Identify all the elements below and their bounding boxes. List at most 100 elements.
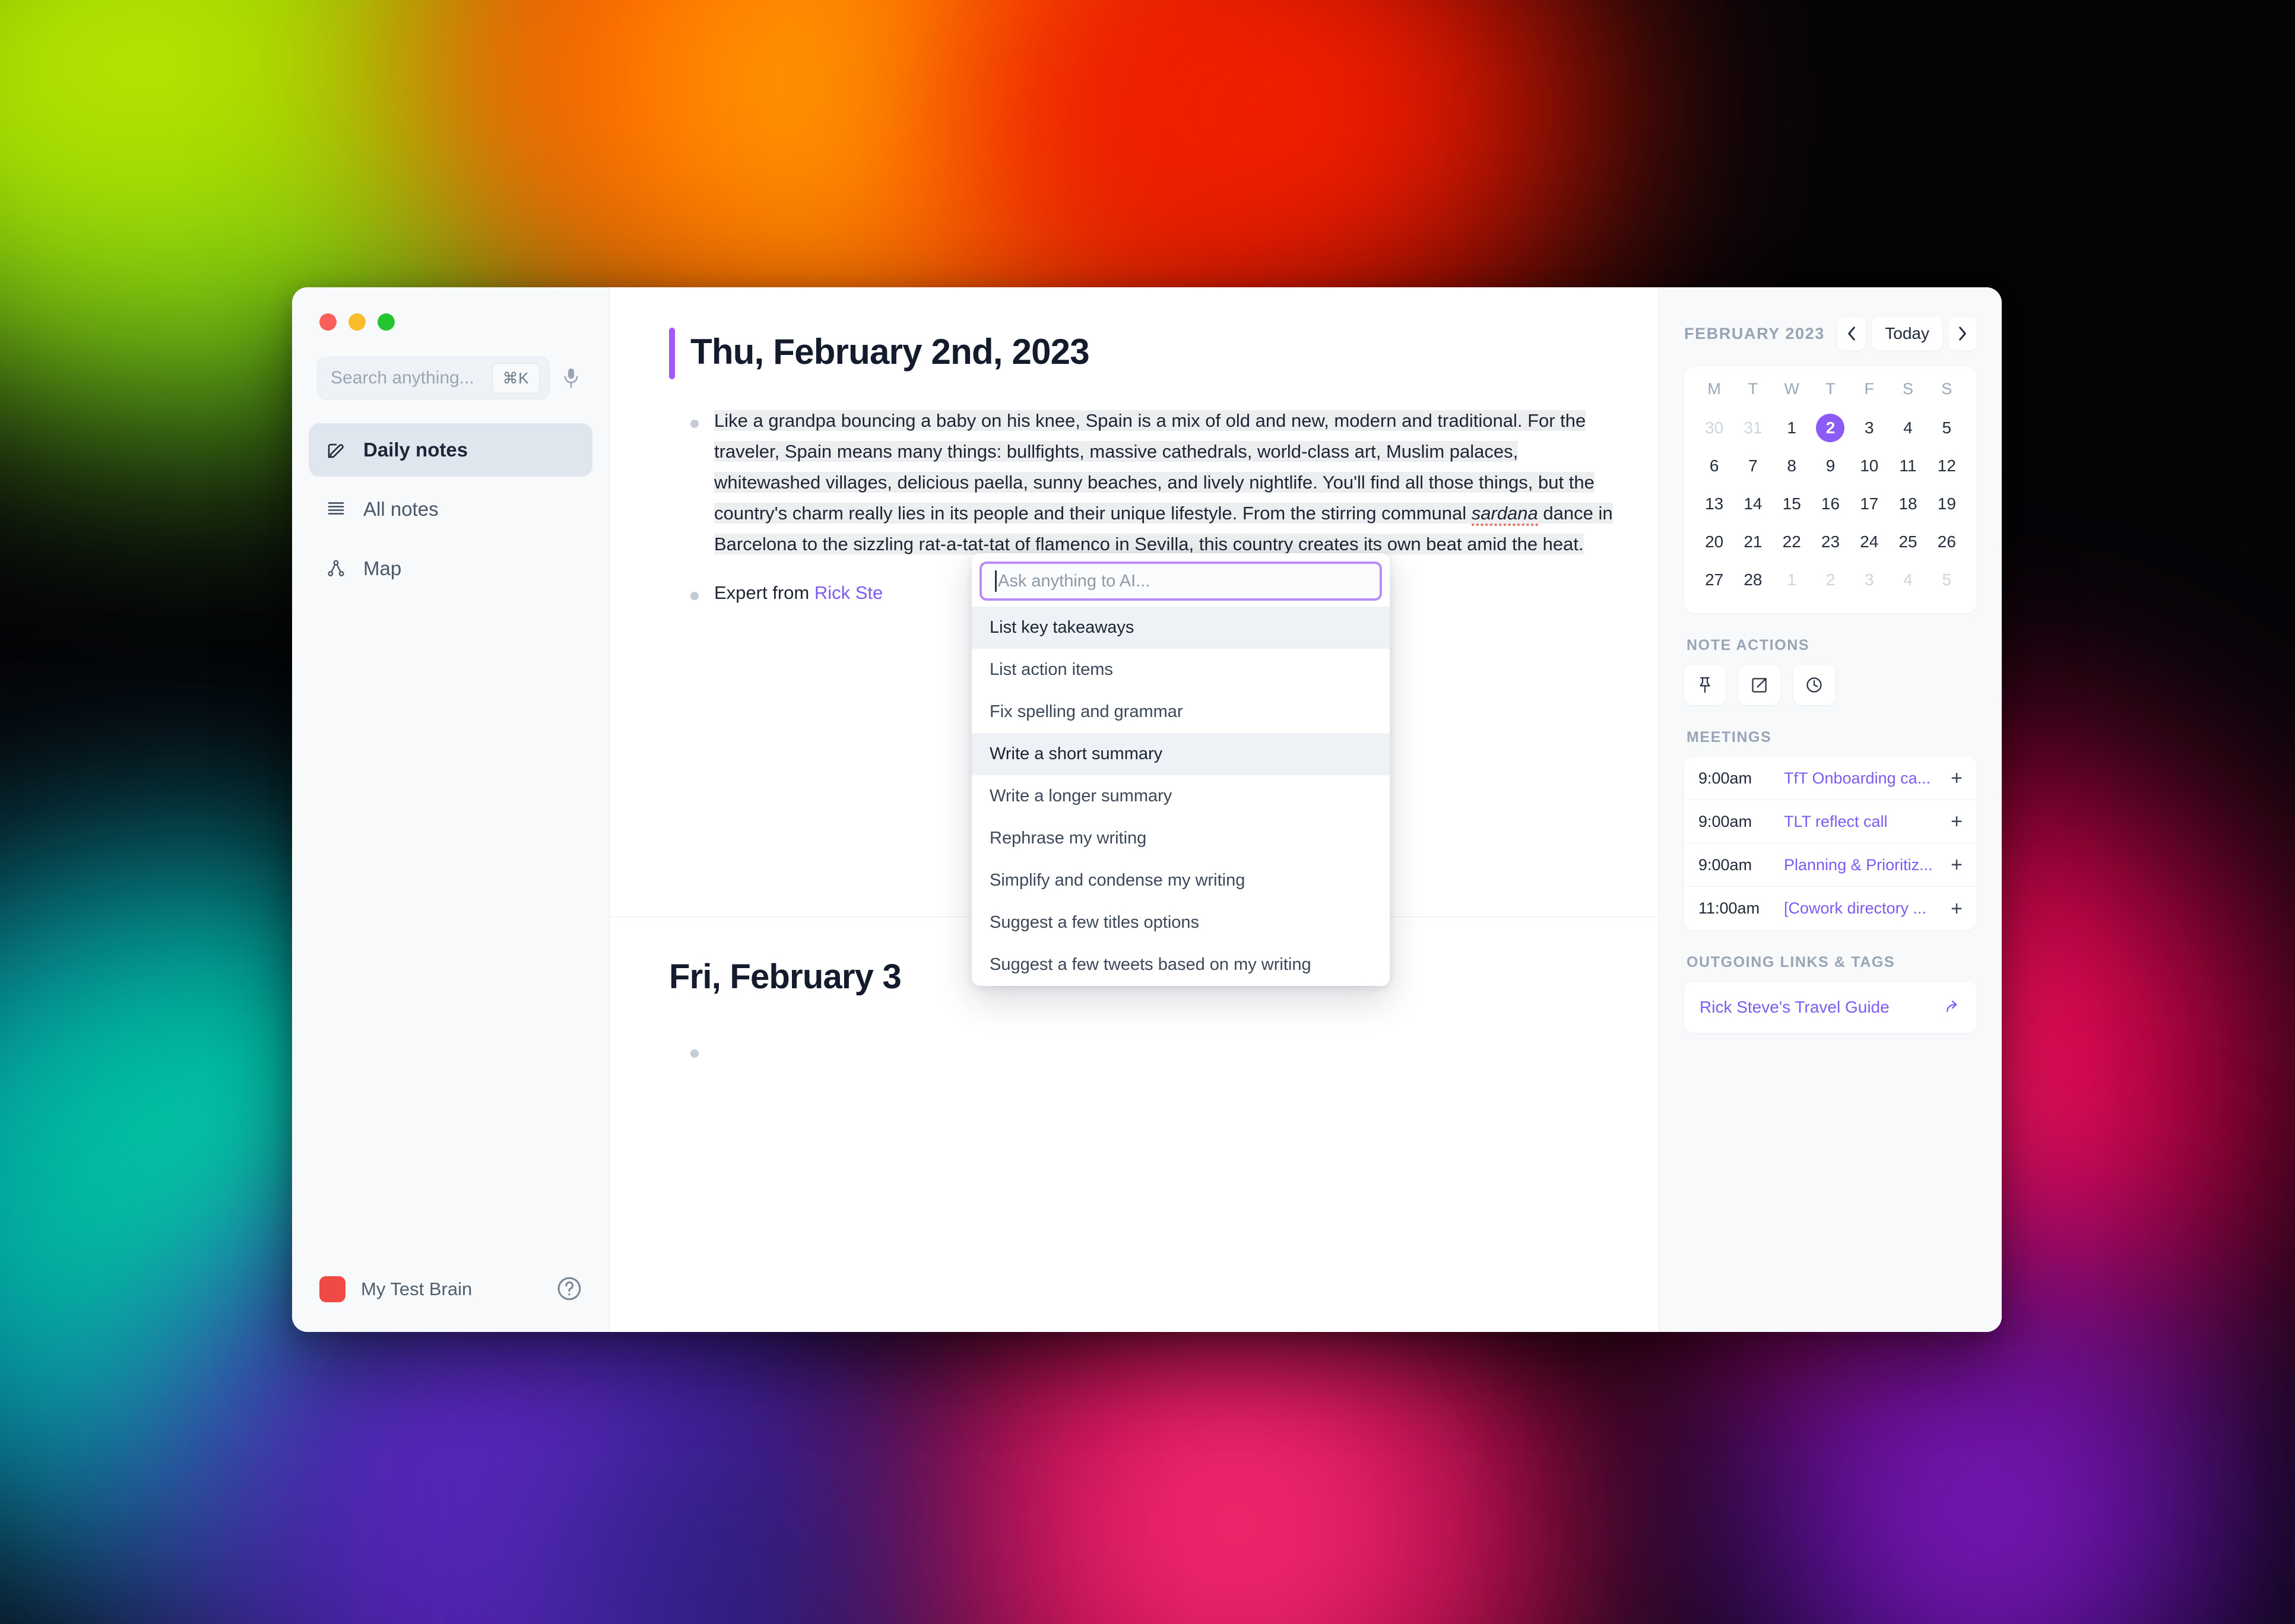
meeting-title[interactable]: TLT reflect call <box>1784 813 1940 831</box>
brain-color-swatch[interactable] <box>319 1276 345 1302</box>
note-bullet <box>669 1035 1617 1058</box>
calendar-day-cell[interactable]: 11 <box>1888 447 1927 485</box>
ai-menu-item-list-key-takeaways[interactable]: List key takeaways <box>972 607 1390 649</box>
calendar-day-cell[interactable]: 2 <box>1811 561 1850 599</box>
ai-menu-item-label: Suggest a few titles options <box>990 913 1200 932</box>
calendar-day-cell[interactable]: 21 <box>1733 523 1772 561</box>
microphone-icon[interactable] <box>558 367 584 389</box>
calendar-day-cell[interactable]: 17 <box>1850 485 1888 523</box>
calendar-day-cell[interactable]: 3 <box>1850 409 1888 447</box>
minimize-window-button[interactable] <box>348 313 366 331</box>
calendar-day-cell[interactable]: 3 <box>1850 561 1888 599</box>
calendar-day-cell[interactable]: 30 <box>1695 409 1733 447</box>
calendar-day-cell[interactable]: 19 <box>1928 485 1966 523</box>
ai-prompt-placeholder: Ask anything to AI... <box>998 571 1150 591</box>
spellcheck-word: sardana <box>1471 502 1538 526</box>
calendar-day-cell[interactable]: 28 <box>1733 561 1772 599</box>
calendar-day-cell[interactable]: 20 <box>1695 523 1733 561</box>
pin-icon <box>1700 677 1710 693</box>
ai-menu-item-suggest-a-few-titles-options[interactable]: Suggest a few titles options <box>972 902 1390 944</box>
meeting-row[interactable]: 9:00am Planning & Prioritiz... + <box>1684 843 1977 887</box>
calendar-day-cell[interactable]: 10 <box>1850 447 1888 485</box>
calendar-day-cell[interactable]: 16 <box>1811 485 1850 523</box>
ai-menu-item-list-action-items[interactable]: List action items <box>972 649 1390 691</box>
calendar-day-cell[interactable]: 26 <box>1928 523 1966 561</box>
calendar-day-cell[interactable]: 4 <box>1888 561 1927 599</box>
calendar-prev-button[interactable] <box>1837 317 1866 350</box>
calendar-day-cell[interactable]: 27 <box>1695 561 1733 599</box>
outgoing-link-item[interactable]: Rick Steve's Travel Guide <box>1684 982 1977 1033</box>
note-accent-bar <box>669 328 675 379</box>
calendar-day-cell[interactable]: 25 <box>1888 523 1927 561</box>
note-actions-row <box>1684 665 1977 705</box>
calendar-day-cell[interactable]: 6 <box>1695 447 1733 485</box>
meeting-title[interactable]: [Cowork directory ... <box>1784 899 1940 918</box>
note-internal-link[interactable]: Rick Ste <box>814 582 883 603</box>
calendar-today-button[interactable]: Today <box>1872 317 1942 350</box>
chevron-right-icon <box>1959 326 1966 341</box>
calendar-day-cell[interactable]: 9 <box>1811 447 1850 485</box>
brain-name-label: My Test Brain <box>361 1279 473 1299</box>
note-bullet: Like a grandpa bouncing a baby on his kn… <box>669 405 1617 560</box>
sidebar-item-daily-notes[interactable]: Daily notes <box>309 423 592 477</box>
sidebar-item-map[interactable]: Map <box>309 542 592 595</box>
calendar-day-cell[interactable]: 12 <box>1928 447 1966 485</box>
calendar-day-cell[interactable]: 14 <box>1733 485 1772 523</box>
search-input[interactable]: Search anything... ⌘K <box>317 357 550 399</box>
open-note-externally-button[interactable] <box>1739 665 1780 705</box>
ai-menu-item-label: Fix spelling and grammar <box>990 702 1183 721</box>
calendar-day-cell[interactable]: 2 <box>1811 409 1850 447</box>
pin-note-button[interactable] <box>1684 665 1726 705</box>
ai-menu-item-write-a-longer-summary[interactable]: Write a longer summary <box>972 775 1390 817</box>
sidebar-item-all-notes[interactable]: All notes <box>309 483 592 536</box>
calendar-day-cell[interactable]: 8 <box>1773 447 1811 485</box>
ai-menu-item-simplify-and-condense-my-writing[interactable]: Simplify and condense my writing <box>972 859 1390 902</box>
note-paragraph[interactable]: Like a grandpa bouncing a baby on his kn… <box>714 405 1617 560</box>
note-history-button[interactable] <box>1793 665 1835 705</box>
calendar-day-cell[interactable]: 15 <box>1773 485 1811 523</box>
calendar-day-cell[interactable]: 13 <box>1695 485 1733 523</box>
ai-menu-item-suggest-a-few-tweets[interactable]: Suggest a few tweets based on my writing <box>972 944 1390 986</box>
question-circle-icon[interactable] <box>556 1275 584 1303</box>
calendar-day-cell[interactable]: 4 <box>1888 409 1927 447</box>
add-meeting-icon[interactable]: + <box>1951 855 1963 875</box>
note-paragraph-text: Like a grandpa bouncing a baby on his kn… <box>714 410 1595 524</box>
calendar-day-cell[interactable]: 1 <box>1773 409 1811 447</box>
calendar-today-label: Today <box>1885 324 1929 342</box>
ai-menu-item-write-a-short-summary[interactable]: Write a short summary <box>972 733 1390 775</box>
calendar-day-cell[interactable]: 22 <box>1773 523 1811 561</box>
add-meeting-icon[interactable]: + <box>1951 811 1963 832</box>
meeting-row[interactable]: 9:00am TLT reflect call + <box>1684 800 1977 843</box>
zoom-window-button[interactable] <box>378 313 395 331</box>
calendar-day-cell[interactable]: 31 <box>1733 409 1772 447</box>
add-meeting-icon[interactable]: + <box>1951 899 1963 919</box>
calendar-nav: Today <box>1837 317 1977 350</box>
chevron-left-icon <box>1848 326 1856 341</box>
search-shortcut-badge: ⌘K <box>492 363 540 394</box>
ai-menu-item-rephrase-my-writing[interactable]: Rephrase my writing <box>972 817 1390 859</box>
meeting-row[interactable]: 9:00am TfT Onboarding ca... + <box>1684 757 1977 800</box>
calendar-day-cell[interactable]: 23 <box>1811 523 1850 561</box>
calendar-day-cell[interactable]: 7 <box>1733 447 1772 485</box>
window-traffic-lights <box>292 287 609 331</box>
calendar-day-cell[interactable]: 24 <box>1850 523 1888 561</box>
calendar-month-label: FEBRUARY 2023 <box>1684 324 1825 342</box>
expert-prefix-label: Expert from <box>714 582 814 603</box>
close-window-button[interactable] <box>319 313 337 331</box>
outgoing-link-label[interactable]: Rick Steve's Travel Guide <box>1700 998 1935 1017</box>
meeting-title[interactable]: TfT Onboarding ca... <box>1784 769 1940 788</box>
share-arrow-icon[interactable] <box>1944 997 1961 1018</box>
sidebar: Search anything... ⌘K Daily notes All no… <box>292 287 610 1332</box>
ai-menu-item-fix-spelling-and-grammar[interactable]: Fix spelling and grammar <box>972 691 1390 733</box>
meeting-row[interactable]: 11:00am [Cowork directory ... + <box>1684 887 1977 930</box>
calendar-day-cell[interactable]: 1 <box>1773 561 1811 599</box>
calendar-day-cell[interactable]: 5 <box>1928 409 1966 447</box>
meeting-title[interactable]: Planning & Prioritiz... <box>1784 856 1940 874</box>
outgoing-links-heading: OUTGOING LINKS & TAGS <box>1687 954 1895 970</box>
add-meeting-icon[interactable]: + <box>1951 768 1963 788</box>
calendar-next-button[interactable] <box>1948 317 1977 350</box>
calendar-day-cell[interactable]: 18 <box>1888 485 1927 523</box>
calendar-day-cell[interactable]: 5 <box>1928 561 1966 599</box>
ai-prompt-input[interactable]: Ask anything to AI... <box>980 562 1382 601</box>
note-paragraph-secondary[interactable]: Expert from Rick Ste <box>714 578 883 608</box>
